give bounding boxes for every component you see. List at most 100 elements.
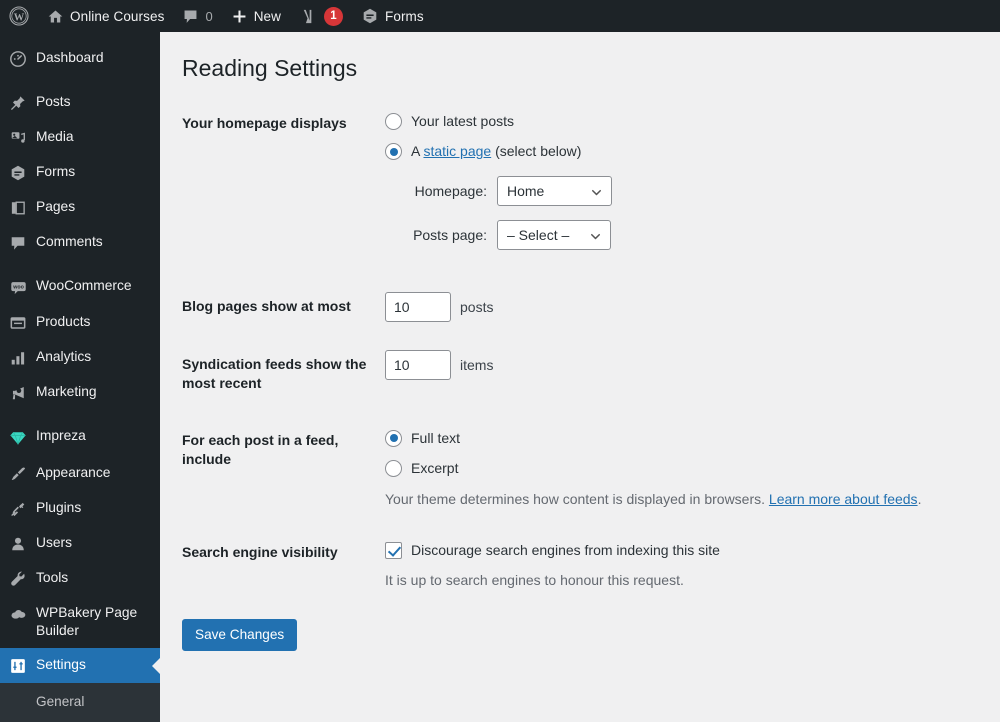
chevron-down-icon (589, 221, 602, 251)
yoast-logo-icon (299, 7, 318, 26)
save-changes-button[interactable]: Save Changes (182, 618, 298, 651)
radio-latest-posts[interactable]: Your latest posts (385, 111, 990, 132)
paintbrush-icon (0, 464, 36, 483)
label-feed-include: For each post in a feed, include (182, 431, 339, 467)
feed-description-suffix: . (917, 490, 922, 507)
checkbox-discourage-label: Discourage search engines from indexing … (411, 541, 720, 558)
homepage-select-label: Homepage: (414, 182, 487, 199)
settings-sliders-icon (0, 656, 36, 675)
comment-bubble-icon (0, 233, 36, 252)
checkbox-discourage-search-engines[interactable]: Discourage search engines from indexing … (385, 540, 990, 561)
sidebar-item-users[interactable]: Users (0, 526, 160, 561)
row-search-engine-visibility: Search engine visibility Discourage sear… (160, 524, 1000, 605)
wrench-icon (0, 569, 36, 588)
sidebar-item-tools[interactable]: Tools (0, 561, 160, 596)
wp-logo-menu[interactable]: W (0, 0, 38, 32)
sidebar-item-label: Marketing (36, 384, 97, 399)
sidebar-item-settings-general[interactable]: General (0, 689, 160, 714)
comment-bubble-icon (182, 8, 199, 25)
radio-excerpt[interactable]: Excerpt (385, 458, 990, 479)
sidebar-item-label: Media (36, 129, 74, 144)
sidebar-item-label: Products (36, 314, 91, 329)
static-page-link[interactable]: static page (423, 143, 491, 159)
sidebar-item-label: Pages (36, 199, 76, 214)
sidebar-item-label: Plugins (36, 500, 82, 515)
sidebar-item-woocommerce[interactable]: woo WooCommerce (0, 269, 160, 305)
radio-full-text-control[interactable] (385, 429, 402, 447)
settings-submenu: General (0, 683, 160, 722)
comments-menu[interactable]: 0 (173, 0, 221, 32)
radio-full-text[interactable]: Full text (385, 428, 990, 449)
menu-separator (0, 76, 160, 85)
sidebar-item-pages[interactable]: Pages (0, 190, 160, 225)
analytics-bars-icon (0, 348, 36, 367)
menu-separator (0, 260, 160, 269)
reading-settings-form: Your homepage displays Your latest posts… (160, 95, 1000, 605)
sidebar-item-settings[interactable]: Settings (0, 648, 160, 683)
site-name-menu[interactable]: Online Courses (38, 0, 173, 32)
posts-page-select[interactable]: – Select – (497, 220, 611, 250)
radio-excerpt-control[interactable] (385, 459, 402, 477)
new-content-menu[interactable]: New (222, 0, 290, 32)
radio-static-page-control[interactable] (385, 143, 402, 160)
sidebar-item-dashboard[interactable]: Dashboard (0, 41, 160, 76)
label-homepage-displays: Your homepage displays (182, 115, 347, 131)
sidebar-item-label: Users (36, 535, 73, 550)
dashboard-icon (0, 49, 36, 68)
admin-sidebar-menu: Dashboard Posts Media Forms Pages Commen… (0, 32, 160, 722)
chevron-down-icon (590, 177, 603, 207)
radio-static-page-label: A static page (select below) (411, 141, 581, 162)
blog-pages-input[interactable]: 10 (385, 292, 451, 322)
syndication-input-row: 10 items (385, 350, 990, 380)
pin-icon (0, 93, 36, 112)
sidebar-item-label: WPBakery Page Builder (36, 605, 138, 638)
sidebar-item-label: Appearance (36, 465, 111, 480)
label-search-engine-visibility: Search engine visibility (182, 543, 338, 560)
sidebar-item-impreza[interactable]: Impreza (0, 419, 160, 456)
radio-latest-posts-control[interactable] (385, 113, 402, 130)
plus-icon (231, 8, 248, 25)
plug-icon (0, 499, 36, 518)
syndication-input[interactable]: 10 (385, 350, 451, 380)
sidebar-item-label: Tools (36, 570, 69, 585)
svg-text:woo: woo (12, 285, 24, 291)
label-blog-pages: Blog pages show at most (182, 298, 351, 314)
sidebar-item-wpbakery-page-builder[interactable]: WPBakery Page Builder (0, 596, 160, 648)
sidebar-item-label: Analytics (36, 349, 92, 364)
sidebar-item-analytics[interactable]: Analytics (0, 340, 160, 375)
radio-excerpt-label: Excerpt (411, 459, 459, 476)
sidebar-item-comments[interactable]: Comments (0, 225, 160, 260)
admin-bar: W Online Courses 0 New 1 Forms (0, 0, 1000, 32)
label-syndication-feeds: Syndication feeds show the most recent (182, 356, 367, 391)
learn-more-about-feeds-link[interactable]: Learn more about feeds (769, 491, 918, 507)
checkbox-discourage-control[interactable] (385, 541, 402, 559)
sidebar-item-products[interactable]: Products (0, 305, 160, 340)
sidebar-item-plugins[interactable]: Plugins (0, 491, 160, 526)
svg-text:W: W (14, 12, 25, 23)
search-visibility-description: It is up to search engines to honour thi… (385, 571, 684, 588)
gravity-forms-icon (361, 7, 379, 25)
row-syndication-feeds: Syndication feeds show the most recent 1… (160, 336, 1000, 412)
posts-page-select-value: – Select – (507, 226, 570, 243)
wordpress-logo-icon: W (9, 6, 29, 26)
sidebar-item-forms[interactable]: Forms (0, 155, 160, 190)
sidebar-item-appearance[interactable]: Appearance (0, 456, 160, 491)
radio-latest-posts-label: Your latest posts (411, 113, 514, 129)
static-suffix-text: (select below) (491, 143, 582, 159)
homepage-select-row: Homepage: Home (385, 176, 990, 206)
forms-menu[interactable]: Forms (352, 0, 433, 32)
static-prefix-text: A (411, 143, 424, 159)
radio-static-page[interactable]: A static page (select below) (385, 141, 990, 162)
yoast-menu[interactable]: 1 (290, 0, 352, 32)
comments-count: 0 (205, 8, 213, 24)
row-feed-include: For each post in a feed, include Full te… (160, 412, 1000, 524)
new-content-label: New (253, 8, 281, 24)
sidebar-item-media[interactable]: Media (0, 120, 160, 155)
sidebar-item-label: Dashboard (36, 50, 104, 65)
row-homepage-displays: Your homepage displays Your latest posts… (160, 95, 1000, 278)
sidebar-item-marketing[interactable]: Marketing (0, 375, 160, 410)
blog-pages-unit: posts (460, 298, 494, 315)
products-icon (0, 313, 36, 332)
homepage-select[interactable]: Home (497, 176, 612, 206)
sidebar-item-posts[interactable]: Posts (0, 85, 160, 120)
